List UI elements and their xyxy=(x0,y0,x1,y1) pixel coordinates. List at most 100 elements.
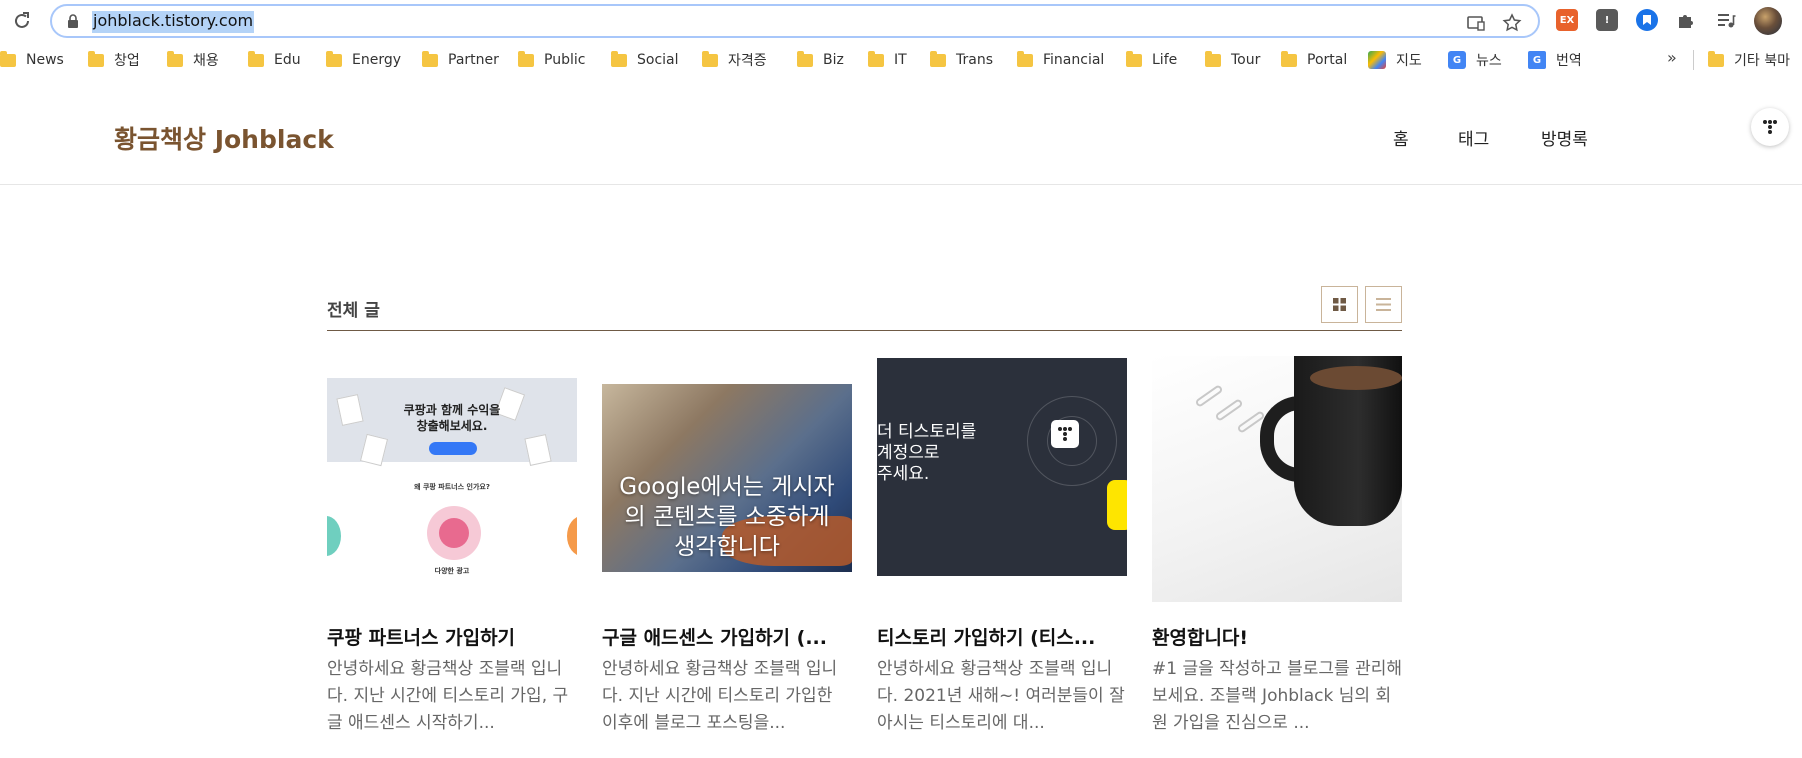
thumbnail-circle-left xyxy=(327,516,341,556)
google-news-icon: G xyxy=(1448,51,1466,69)
browser-toolbar: johblack.tistory.com EX ! xyxy=(0,0,1802,42)
coffee-surface xyxy=(1310,366,1402,390)
bookmark-life[interactable]: Life xyxy=(1126,50,1177,70)
post-title[interactable]: 환영합니다! xyxy=(1152,623,1402,650)
bookmark-label: Social xyxy=(637,52,679,68)
section-header: 전체 글 xyxy=(327,284,1402,331)
blog-header: 황금책상 Johblack 홈 태그 방명록 xyxy=(0,84,1802,185)
bookmark-label: Biz xyxy=(823,52,844,68)
post-thumbnail[interactable]: Google에서는 게시자 의 콘텐츠를 소중하게 생각합니다 xyxy=(602,356,852,602)
thumbnail-text-line: 주세요. xyxy=(877,464,930,484)
other-bookmarks-label: 기타 북마 xyxy=(1734,53,1790,69)
folder-icon xyxy=(1281,50,1297,67)
bookmark-label: 채용 xyxy=(193,53,219,69)
bookmark-label: 창업 xyxy=(114,53,140,69)
thumbnail-text-line: 생각합니다 xyxy=(674,534,780,560)
folder-icon xyxy=(0,50,16,67)
bookmark-translate[interactable]: G 번역 xyxy=(1528,50,1582,70)
thumbnail-circle-right xyxy=(567,516,577,556)
bookmark-startup[interactable]: 창업 xyxy=(88,50,140,70)
post-card[interactable]: 쿠팡과 함께 수익을 창출해보세요. 왜 쿠팡 파트너스 인가요? 다양한 광고… xyxy=(327,356,577,756)
thumbnail-circle-inner xyxy=(439,518,469,548)
post-card[interactable]: 더 티스토리를 계정으로 주세요. 티스토리 가입하기 (티스... 안녕하세요… xyxy=(877,356,1127,756)
bookmark-star-icon[interactable] xyxy=(1502,13,1522,33)
folder-icon xyxy=(167,50,183,67)
paperclip-icon xyxy=(1194,384,1224,408)
blog-title[interactable]: 황금책상 Johblack xyxy=(114,120,334,156)
post-card[interactable]: Google에서는 게시자 의 콘텐츠를 소중하게 생각합니다 구글 애드센스 … xyxy=(602,356,852,756)
kebab-menu-button[interactable] xyxy=(1751,108,1789,146)
reload-icon[interactable] xyxy=(10,9,34,33)
bookmark-partner[interactable]: Partner xyxy=(422,50,499,70)
folder-icon xyxy=(930,50,946,67)
grid-view-button[interactable] xyxy=(1321,286,1358,323)
bookmark-biz[interactable]: Biz xyxy=(797,50,844,70)
folder-icon xyxy=(1126,50,1142,67)
bookmark-label: Financial xyxy=(1043,52,1105,68)
bookmark-trans[interactable]: Trans xyxy=(930,50,993,70)
bookmarks-bar: News 창업 채용 Edu Energy Partner Public Soc… xyxy=(0,42,1802,78)
bookmarks-divider xyxy=(1693,50,1694,70)
bookmark-jobs[interactable]: 채용 xyxy=(167,50,219,70)
extension-blue-icon[interactable] xyxy=(1636,9,1658,31)
bookmark-edu[interactable]: Edu xyxy=(248,50,301,70)
bookmark-label: Public xyxy=(544,52,586,68)
post-title[interactable]: 쿠팡 파트너스 가입하기 xyxy=(327,623,577,650)
bookmark-label: IT xyxy=(894,52,907,68)
list-view-button[interactable] xyxy=(1365,286,1402,323)
thumbnail-text-line: 의 콘텐츠를 소중하게 xyxy=(624,504,830,530)
folder-icon xyxy=(326,50,342,67)
section-title: 전체 글 xyxy=(327,301,380,321)
post-card[interactable]: 환영합니다! #1 글을 작성하고 블로그를 관리해보세요. 조블랙 Johbl… xyxy=(1152,356,1402,756)
url-text[interactable]: johblack.tistory.com xyxy=(92,11,255,33)
bookmark-tour[interactable]: Tour xyxy=(1205,50,1260,70)
bookmark-certificate[interactable]: 자격증 xyxy=(702,50,767,70)
cast-icon[interactable] xyxy=(1466,13,1486,33)
nav-guestbook[interactable]: 방명록 xyxy=(1541,125,1588,150)
address-bar[interactable]: johblack.tistory.com xyxy=(50,4,1540,38)
bookmark-energy[interactable]: Energy xyxy=(326,50,401,70)
media-control-icon[interactable] xyxy=(1716,10,1736,30)
folder-icon xyxy=(1017,50,1033,67)
extension-ex-icon[interactable]: EX xyxy=(1556,9,1578,31)
thumbnail-text-line: Google에서는 게시자 xyxy=(619,474,835,500)
bookmark-public[interactable]: Public xyxy=(518,50,585,70)
folder-icon xyxy=(518,50,534,67)
bookmark-label: Energy xyxy=(352,52,402,68)
bookmark-it[interactable]: IT xyxy=(868,50,907,70)
post-thumbnail[interactable]: 더 티스토리를 계정으로 주세요. xyxy=(877,356,1127,602)
thumbnail-question-text: 왜 쿠팡 파트너스 인가요? xyxy=(414,483,490,491)
post-thumbnail[interactable]: 쿠팡과 함께 수익을 창출해보세요. 왜 쿠팡 파트너스 인가요? 다양한 광고 xyxy=(327,356,577,602)
post-thumbnail[interactable] xyxy=(1152,356,1402,602)
folder-icon xyxy=(248,50,264,67)
google-translate-icon: G xyxy=(1528,51,1546,69)
bookmark-label: Tour xyxy=(1231,52,1261,68)
bookmark-social[interactable]: Social xyxy=(611,50,679,70)
bookmark-label: 자격증 xyxy=(728,53,767,69)
post-title[interactable]: 구글 애드센스 가입하기 (... xyxy=(602,623,852,650)
bookmark-news-kr[interactable]: G 뉴스 xyxy=(1448,50,1502,70)
nav-home[interactable]: 홈 xyxy=(1393,125,1409,150)
bookmarks-overflow-icon[interactable]: » xyxy=(1667,48,1677,67)
tistory-logo-icon xyxy=(1051,420,1079,448)
post-excerpt: 안녕하세요 황금책상 조블랙 입니다. 2021년 새해~! 여러분들이 잘 아… xyxy=(877,659,1125,733)
bookmark-maps[interactable]: 지도 xyxy=(1368,50,1422,70)
bookmark-label: News xyxy=(26,52,64,68)
lock-icon[interactable] xyxy=(66,14,80,28)
other-bookmarks[interactable]: 기타 북마 xyxy=(1708,50,1790,70)
bookmark-label: 뉴스 xyxy=(1476,53,1502,69)
bookmark-news[interactable]: News xyxy=(0,50,64,70)
thumbnail-label: 다양한 광고 xyxy=(434,567,470,575)
extension-dark-icon[interactable]: ! xyxy=(1596,9,1618,31)
folder-icon xyxy=(611,50,627,67)
bookmark-financial[interactable]: Financial xyxy=(1017,50,1104,70)
post-title[interactable]: 티스토리 가입하기 (티스... xyxy=(877,623,1127,650)
thumbnail-headline: 더 티스토리를 계정으로 주세요. xyxy=(877,422,976,485)
post-excerpt: 안녕하세요 황금책상 조블랙 입니다. 지난 시간에 티스토리 가입한 이후에 … xyxy=(602,659,838,733)
profile-avatar[interactable] xyxy=(1754,7,1782,35)
kakao-bubble-icon xyxy=(1107,480,1127,530)
bookmark-portal[interactable]: Portal xyxy=(1281,50,1347,70)
thumbnail-text-line: 창출해보세요. xyxy=(416,419,488,433)
puzzle-icon[interactable] xyxy=(1676,10,1696,30)
nav-tags[interactable]: 태그 xyxy=(1458,125,1489,150)
